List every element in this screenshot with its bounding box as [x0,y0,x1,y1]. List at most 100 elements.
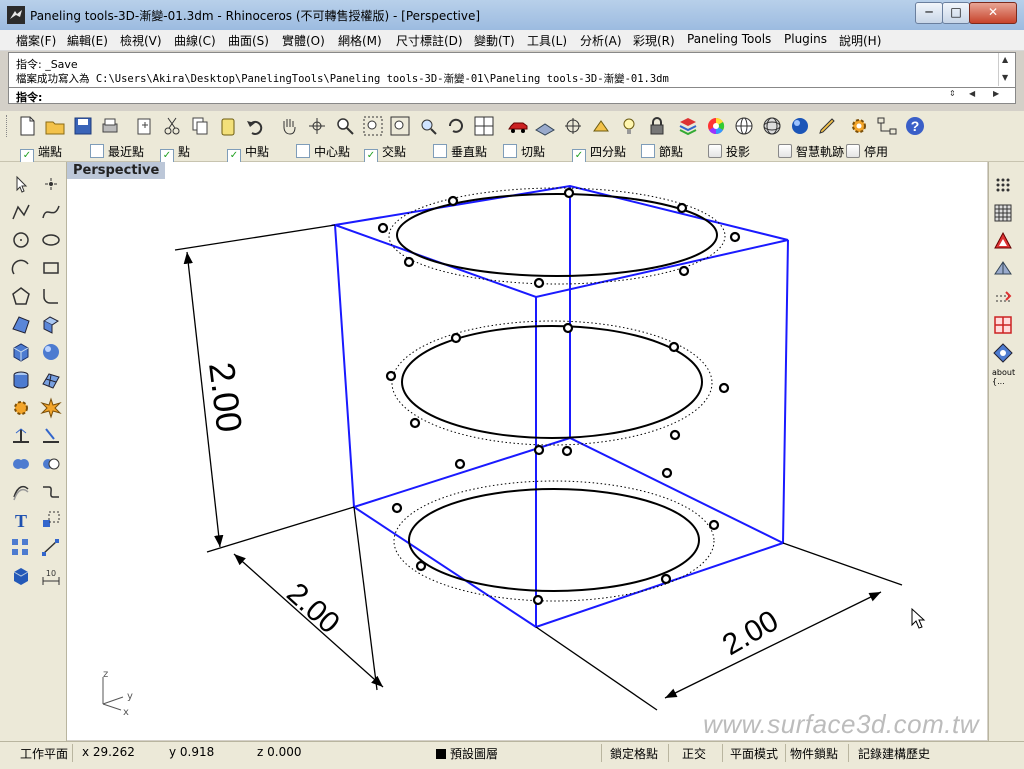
osnap-checkbox[interactable]: 切點 [503,143,545,159]
dense-grid-icon[interactable] [992,202,1014,224]
perspective-viewport[interactable]: 2.00 2.00 2.00 z y x Perspective www.sur… [67,162,987,740]
light-bulb-icon[interactable] [618,115,640,137]
minimize-button[interactable]: ─ [915,2,943,24]
dimension-icon[interactable]: 10 [40,565,62,587]
checked-box-icon[interactable]: ✓ [20,149,34,163]
dimension-text-depth[interactable]: 2.00 [280,577,345,641]
help-icon[interactable]: ? [904,115,926,137]
point-grid-icon[interactable] [992,174,1014,196]
diamond-panel-icon[interactable] [992,342,1014,364]
scroll-down-arrow-icon[interactable]: ▼ [1002,73,1008,82]
copy-icon[interactable] [189,115,211,137]
status-planar[interactable]: 平面模式 [730,745,778,762]
offset-curve-icon[interactable] [10,481,32,503]
checked-box-icon[interactable]: ✓ [160,149,174,163]
cube-render-icon[interactable] [10,565,32,587]
unchecked-box-icon[interactable] [296,144,310,158]
curve-icon[interactable] [40,201,62,223]
zoom-window-icon[interactable] [362,115,384,137]
osnap-checkbox[interactable]: 節點 [641,143,683,159]
extrude-surface-icon[interactable] [40,313,62,335]
ellipse-bottom[interactable] [408,488,700,592]
scene-canvas[interactable]: 2.00 2.00 2.00 z y x [67,162,987,740]
boolean-union-icon[interactable] [10,453,32,475]
lock-icon[interactable] [646,115,668,137]
zoom-selected-icon[interactable] [417,115,439,137]
viewport-title-tab[interactable]: Perspective [67,162,166,179]
box-top-face[interactable] [331,184,789,299]
command-input[interactable] [61,89,941,102]
cell-grid-icon[interactable] [992,314,1014,336]
menu-item[interactable]: 實體(O) [282,32,325,49]
menu-item[interactable]: 網格(M) [338,32,382,49]
polygon-icon[interactable] [10,285,32,307]
car-icon[interactable] [507,115,529,137]
about-button[interactable]: about {... [992,368,1015,386]
trim-icon[interactable] [40,425,62,447]
rotate-view-icon[interactable] [306,115,328,137]
osnap-checkbox[interactable]: 智慧軌跡 [778,143,844,159]
menu-item[interactable]: 彩現(R) [633,32,675,49]
transform-gear-icon[interactable] [10,397,32,419]
array-icon[interactable] [10,537,32,559]
zoom-extents-icon[interactable] [389,115,411,137]
menu-item[interactable]: 檢視(V) [120,32,162,49]
close-button[interactable]: ✕ [969,2,1017,24]
box-solid-icon[interactable] [10,341,32,363]
scale-icon[interactable] [40,509,62,531]
save-icon[interactable] [72,115,94,137]
dimension-line-width[interactable] [664,591,882,699]
rectangle-icon[interactable] [40,257,62,279]
select-arrow-icon[interactable] [10,173,32,195]
status-osnap[interactable]: 物件鎖點 [790,745,838,762]
menu-item[interactable]: Paneling Tools [687,32,771,46]
cylinder-solid-icon[interactable] [10,369,32,391]
osnap-checkbox[interactable]: 最近點 [90,143,144,159]
osnap-checkbox[interactable]: 中心點 [296,143,350,159]
osnap-checkbox[interactable]: ✓ 點 [160,143,190,163]
menu-item[interactable]: 尺寸標註(D) [396,32,463,49]
dimension-text-height[interactable]: 2.00 [201,360,250,435]
menu-item[interactable]: 編輯(E) [67,32,108,49]
render-sphere-icon[interactable] [789,115,811,137]
zoom-dynamic-icon[interactable] [334,115,356,137]
point-icon[interactable] [40,173,62,195]
status-record-history[interactable]: 記錄建構歷史 [858,745,930,762]
unchecked-box-icon[interactable] [641,144,655,158]
unchecked-box-icon[interactable] [778,144,792,158]
osnap-checkbox[interactable]: ✓ 四分點 [572,143,626,163]
checked-box-icon[interactable]: ✓ [364,149,378,163]
unchecked-box-icon[interactable] [90,144,104,158]
menu-item[interactable]: Plugins [784,32,827,46]
control-points[interactable] [377,187,741,606]
command-history-scrollbar[interactable]: ▲ ▼ [998,53,1015,86]
sphere-solid-icon[interactable] [40,341,62,363]
toolbar-grip[interactable] [6,115,10,137]
dimension-text-width[interactable]: 2.00 [717,604,784,662]
color-wheel-icon[interactable] [705,115,727,137]
four-viewports-icon[interactable] [473,115,495,137]
box-front-edges[interactable] [334,224,789,629]
import-icon[interactable] [133,115,155,137]
unchecked-box-icon[interactable] [846,144,860,158]
offset-grid-icon[interactable] [992,286,1014,308]
menu-item[interactable]: 分析(A) [580,32,622,49]
arc-icon[interactable] [10,257,32,279]
sphere-wire-icon[interactable] [733,115,755,137]
spin-up-down-icon[interactable]: ⇕ [949,89,956,98]
text-icon[interactable]: T [10,509,32,531]
status-cplane[interactable]: 工作平面 [20,745,68,762]
osnap-checkbox[interactable]: 投影 [708,143,750,159]
maximize-button[interactable]: □ [942,2,970,24]
pan-hand-icon[interactable] [278,115,300,137]
undo-icon[interactable] [244,115,266,137]
pyramid-panel-icon[interactable] [992,258,1014,280]
menu-item[interactable]: 變動(T) [474,32,515,49]
rhino-app-icon[interactable] [6,5,26,25]
osnap-checkbox[interactable]: ✓ 中點 [227,143,269,163]
new-file-icon[interactable] [16,115,38,137]
status-grid-snap[interactable]: 鎖定格點 [610,745,658,762]
checked-box-icon[interactable]: ✓ [572,149,586,163]
surface-corner-icon[interactable] [10,313,32,335]
open-file-icon[interactable] [44,115,66,137]
